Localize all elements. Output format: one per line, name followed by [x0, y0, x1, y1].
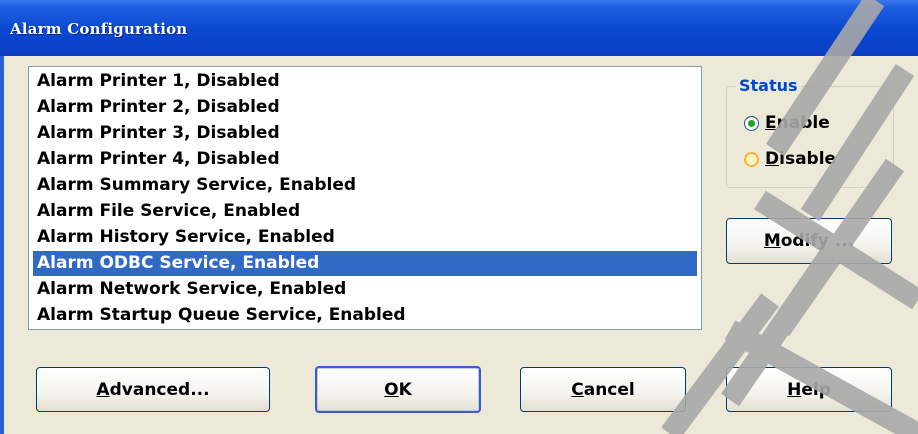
- list-item[interactable]: Alarm File Service, Enabled: [33, 199, 697, 224]
- disable-radio[interactable]: Disable: [744, 148, 836, 170]
- list-item[interactable]: Alarm Startup Queue Service, Enabled: [33, 303, 697, 328]
- alarm-services-listbox[interactable]: Alarm Printer 1, Disabled Alarm Printer …: [28, 66, 702, 330]
- list-item-selected[interactable]: Alarm ODBC Service, Enabled: [33, 251, 697, 276]
- title-bar[interactable]: Alarm Configuration: [0, 0, 918, 56]
- status-groupbox: [726, 86, 894, 188]
- ok-button[interactable]: OK: [315, 366, 481, 413]
- radio-checked-icon: [744, 115, 759, 131]
- list-item[interactable]: Alarm Printer 3, Disabled: [33, 121, 697, 146]
- window-title: Alarm Configuration: [10, 20, 188, 38]
- list-item[interactable]: Alarm History Service, Enabled: [33, 225, 697, 250]
- enable-radio-label: Enable: [765, 113, 830, 133]
- list-item[interactable]: Alarm Printer 1, Disabled: [33, 69, 697, 94]
- list-item[interactable]: Alarm Summary Service, Enabled: [33, 173, 697, 198]
- help-button[interactable]: Help: [726, 367, 892, 412]
- list-item[interactable]: Alarm Printer 4, Disabled: [33, 147, 697, 172]
- enable-radio[interactable]: Enable: [744, 112, 830, 134]
- modify-button[interactable]: Modify ...: [726, 218, 892, 264]
- status-group-label: Status: [736, 76, 801, 95]
- list-item[interactable]: Alarm Printer 2, Disabled: [33, 95, 697, 120]
- radio-unchecked-icon: [744, 151, 759, 167]
- advanced-button[interactable]: Advanced...: [36, 367, 270, 412]
- disable-radio-label: Disable: [765, 149, 837, 169]
- list-item[interactable]: Alarm Network Service, Enabled: [33, 277, 697, 302]
- cancel-button[interactable]: Cancel: [520, 367, 686, 412]
- alarm-configuration-window: Alarm Configuration Alarm Printer 1, Dis…: [0, 0, 918, 434]
